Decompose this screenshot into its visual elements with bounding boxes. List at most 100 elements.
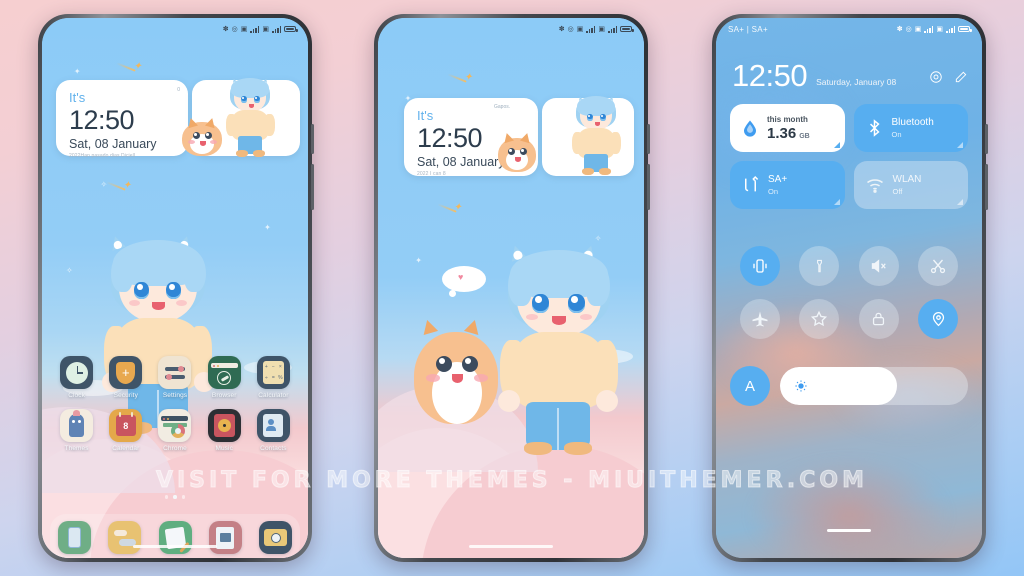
speech-bubble (442, 266, 486, 297)
tile-state: On (891, 129, 902, 139)
dock (50, 514, 300, 558)
tile-state: On (768, 186, 779, 196)
status-bar: ✽ ◎ ▣ ▣ (42, 18, 308, 40)
tile-mobile-data[interactable]: SA+ On (730, 161, 845, 209)
tile-unit: GB (799, 132, 810, 140)
phone2-screen[interactable]: ✦ ✧ ✦ ✦ ✦ ♥ It's 12:50 Sat, 08 January 2… (378, 18, 644, 558)
calendar-icon: 8 (109, 409, 143, 442)
app-themes[interactable]: Themes (52, 409, 101, 452)
toggle-screenshot[interactable] (918, 246, 959, 286)
wifi-icon (866, 179, 883, 193)
signal1-icon (250, 25, 260, 33)
app-contacts[interactable]: Contacts (249, 409, 298, 452)
widget-time: 12:50 (69, 105, 135, 136)
signal1-icon (586, 25, 596, 33)
brightness-slider[interactable] (780, 367, 968, 405)
alarm-icon: ◎ (905, 26, 912, 33)
app-settings[interactable]: Settings (150, 356, 199, 399)
app-label: Contacts (260, 445, 287, 452)
sparkle-icon: ✦ (264, 223, 271, 233)
phone3-screen[interactable]: SA+ | SA+ ✽ ◎ ▣ ▣ 12:50 Saturday, Januar… (716, 18, 982, 558)
brightness-row: A (730, 366, 968, 406)
cat-widget-character (496, 130, 538, 174)
toggle-favorites[interactable] (799, 299, 840, 339)
notes-icon[interactable] (158, 521, 192, 554)
app-browser[interactable]: Browser (200, 356, 249, 399)
shield-icon: + (109, 356, 143, 389)
contacts-icon (256, 409, 290, 442)
app-security[interactable]: + Security (101, 356, 150, 399)
camera-icon[interactable] (259, 521, 292, 554)
auto-brightness-label: A (744, 377, 755, 395)
battery-icon (958, 26, 972, 32)
widget-corner-note: Gapos. (494, 104, 511, 110)
tile-title: WLAN (892, 174, 922, 186)
edit-icon[interactable] (954, 70, 968, 84)
gallery-icon[interactable] (208, 521, 242, 554)
app-label: Security (113, 392, 138, 399)
app-calendar[interactable]: 8 Calendar (101, 409, 150, 452)
qs-date: Saturday, January 08 (816, 77, 897, 87)
tile-title: SA+ (768, 174, 788, 186)
carrier-label: SA+ | SA+ (728, 24, 768, 34)
app-chrome[interactable]: Chrome (150, 409, 199, 452)
app-label: Chrome (163, 445, 187, 452)
sun-icon (795, 380, 807, 392)
tile-value: 1.36 (767, 124, 797, 142)
toggle-vibrate[interactable] (739, 246, 780, 286)
flashlight-icon (816, 259, 822, 273)
app-clock[interactable]: Clock (52, 356, 101, 399)
data-drop-icon (744, 120, 756, 137)
shooting-star-icon: ✦ (116, 61, 142, 73)
message-icon[interactable] (108, 521, 142, 554)
mobile-data-icon (744, 176, 759, 192)
clock-widget[interactable]: It's 12:50 Sat, 08 January 2022Han pasad… (56, 80, 188, 159)
bluetooth-icon: ✽ (896, 26, 903, 33)
app-label: Calendar (112, 445, 140, 452)
tile-wlan[interactable]: WLAN Off (853, 161, 968, 209)
toggle-lock[interactable] (858, 299, 899, 339)
home-indicator[interactable] (133, 544, 217, 548)
page-indicator[interactable] (42, 495, 308, 499)
shooting-star-icon: ✦ (106, 180, 132, 192)
toggle-location[interactable] (918, 299, 959, 339)
sparkle-icon: ✦ (73, 66, 81, 76)
app-label: Music (215, 445, 233, 452)
toggle-airplane[interactable] (739, 299, 780, 339)
tile-bluetooth[interactable]: Bluetooth On (853, 104, 968, 152)
star-icon (811, 310, 828, 327)
cat-character-large (410, 317, 502, 428)
clock-icon (60, 356, 94, 389)
tile-data-usage[interactable]: this month 1.36 GB (730, 104, 845, 152)
tile-state: Off (892, 186, 903, 196)
location-icon (932, 312, 944, 327)
status-bar: ✽ ◎ ▣ ▣ (378, 18, 644, 40)
themes-icon (60, 409, 94, 442)
toggle-mute[interactable] (858, 246, 899, 286)
tile-expand-corner[interactable] (957, 199, 963, 205)
app-calculator[interactable]: + − × ÷ =% Calculator (249, 356, 298, 399)
phone-device-1: ✦ ✧ ✦ ✧ ✦ ✦ It's 12:50 Sat, 08 January 2… (38, 14, 314, 562)
app-label: Themes (64, 445, 89, 452)
screenshot-icon (931, 259, 946, 274)
sparkle-icon: ✧ (65, 266, 73, 276)
tile-expand-corner[interactable] (957, 142, 963, 148)
battery-icon (284, 26, 298, 32)
phone-device-2: ✦ ✧ ✦ ✦ ✦ ♥ It's 12:50 Sat, 08 January 2… (374, 14, 650, 562)
phone-icon[interactable] (58, 521, 91, 554)
home-indicator[interactable] (469, 544, 553, 548)
tile-expand-corner[interactable] (833, 199, 840, 205)
tile-expand-corner[interactable] (833, 142, 840, 148)
tile-title: Bluetooth (891, 117, 934, 129)
phone1-screen[interactable]: ✦ ✧ ✦ ✧ ✦ ✦ It's 12:50 Sat, 08 January 2… (42, 18, 308, 558)
auto-brightness-button[interactable]: A (730, 366, 770, 406)
settings-gear-icon[interactable] (929, 70, 943, 84)
sparkle-icon: ✦ (415, 255, 422, 265)
sim2-icon: ▣ (936, 26, 943, 33)
home-indicator[interactable] (827, 529, 871, 532)
toggle-flashlight[interactable] (799, 246, 840, 286)
signal2-icon (272, 25, 281, 33)
bluetooth-icon: ✽ (558, 26, 565, 33)
app-music[interactable]: Music (200, 409, 249, 452)
lock-icon (873, 312, 885, 326)
